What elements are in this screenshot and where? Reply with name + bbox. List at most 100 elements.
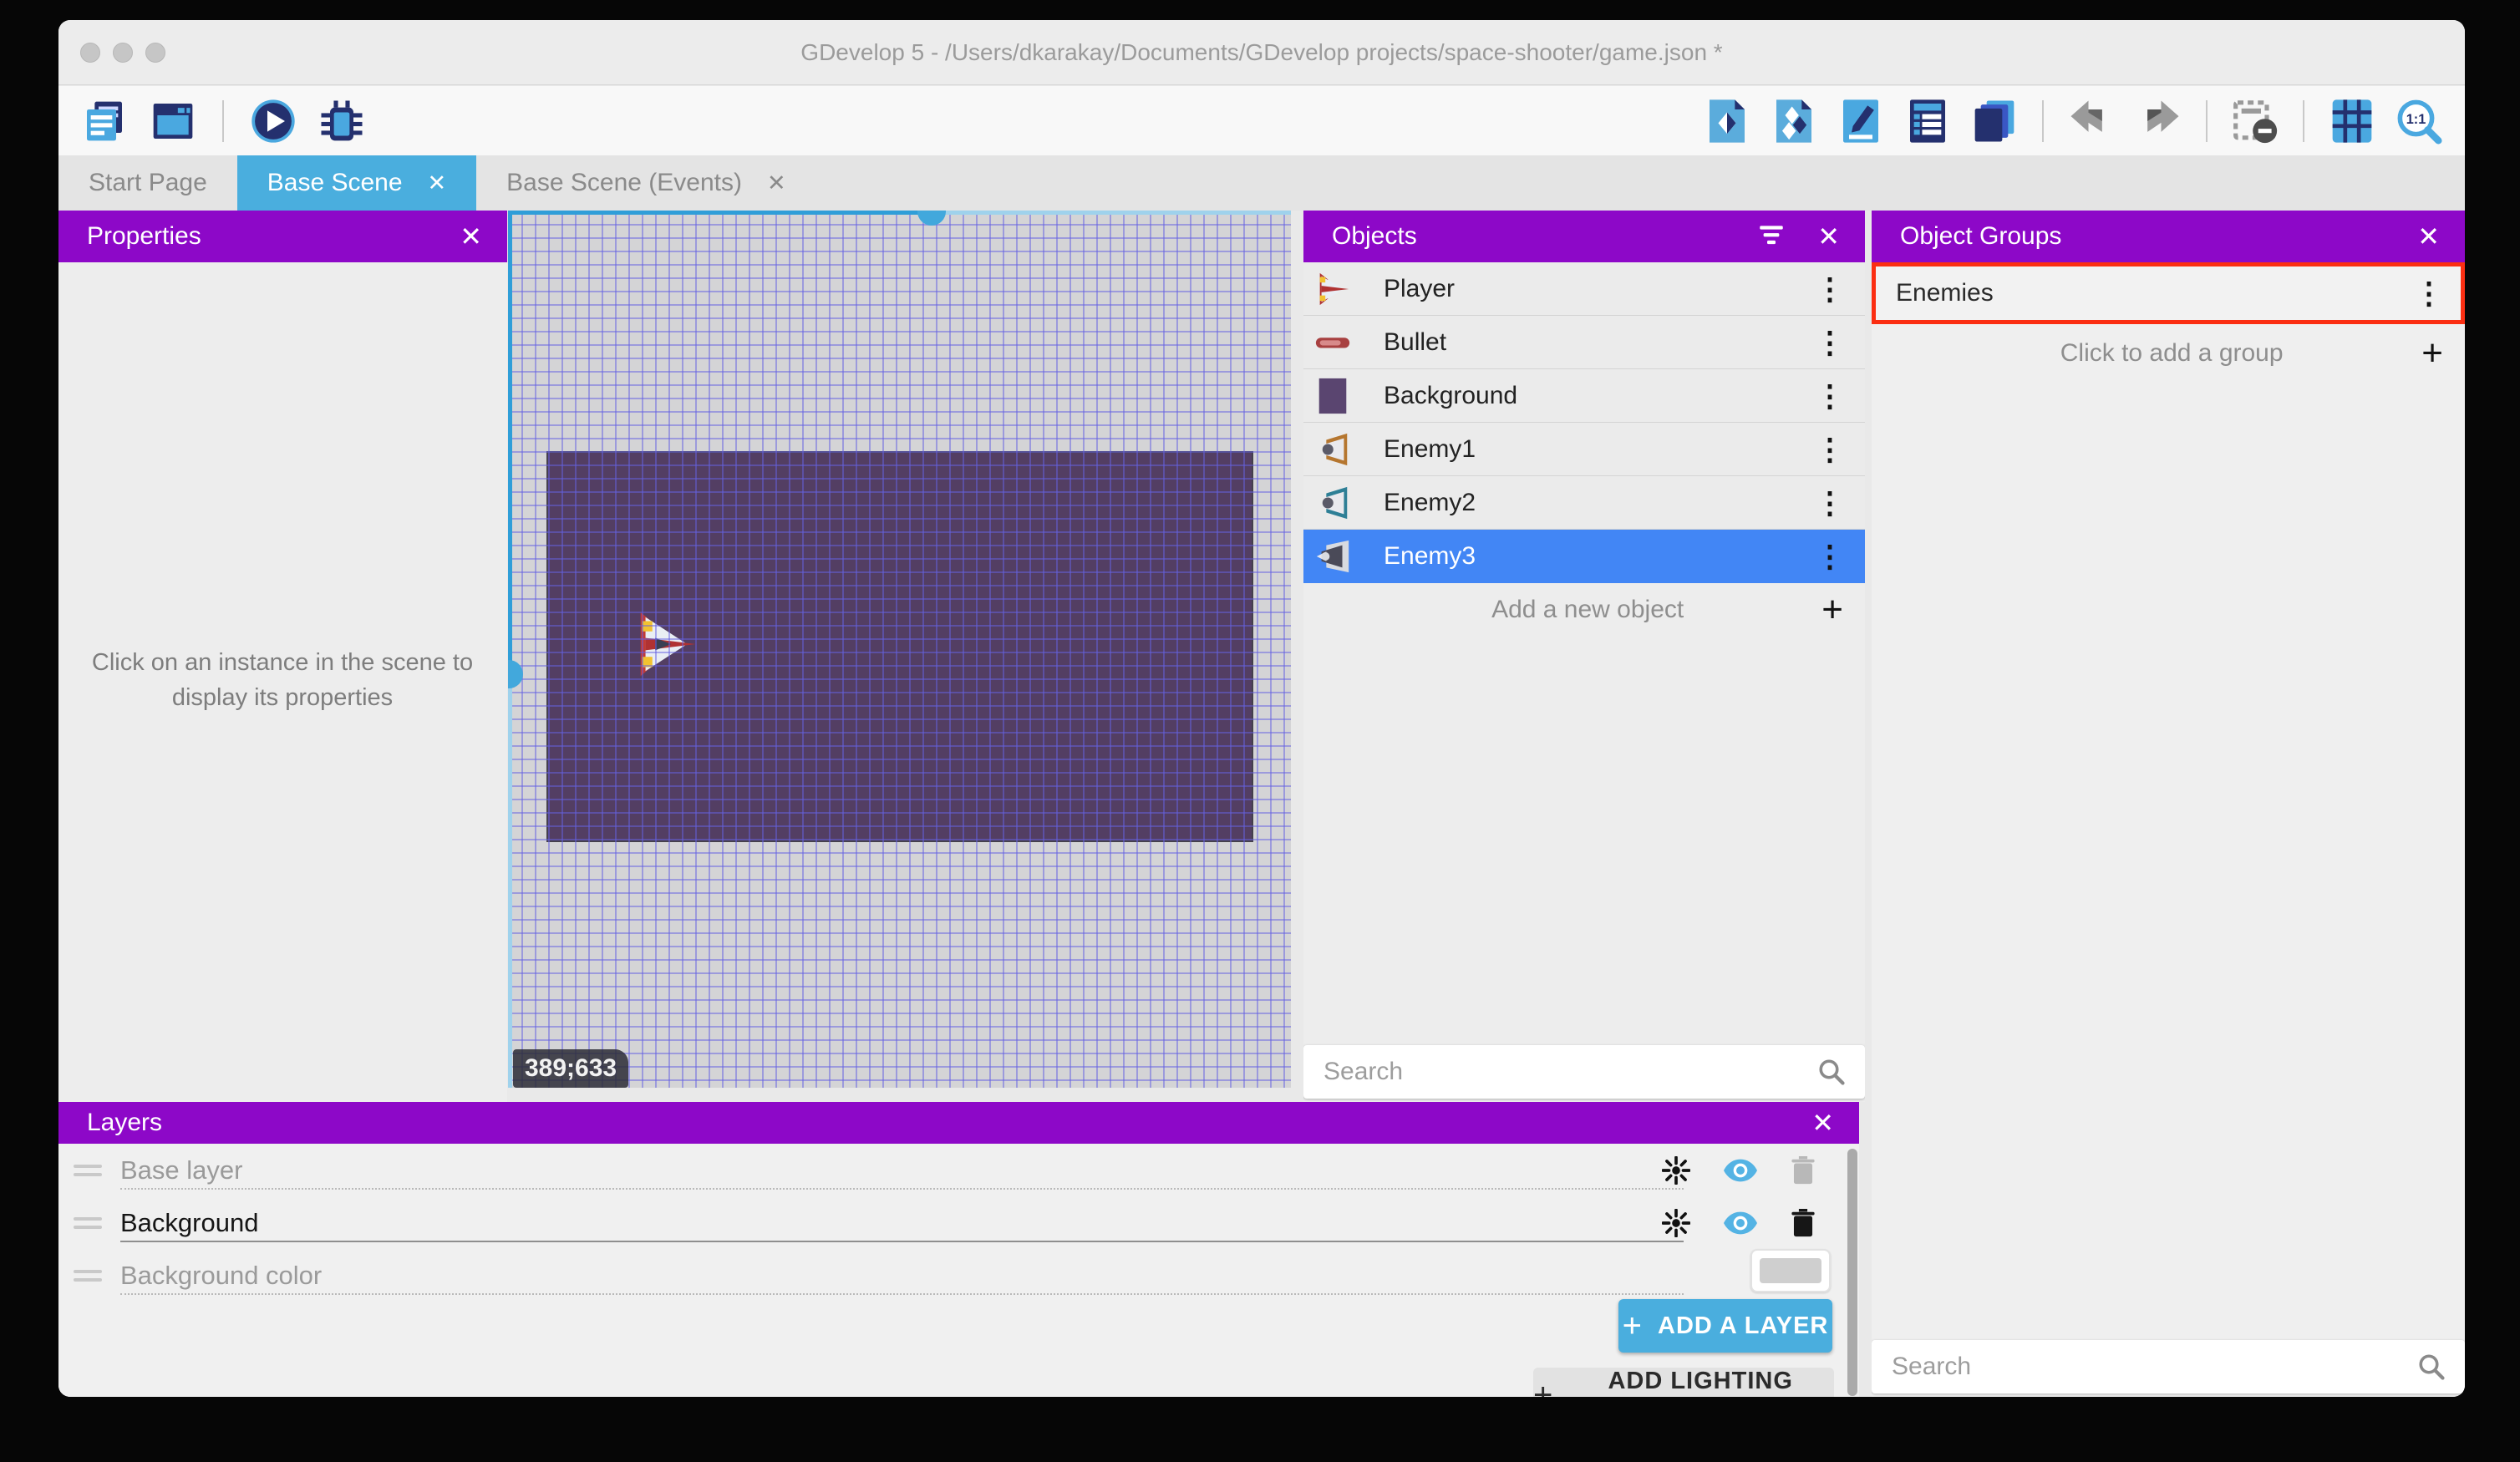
objects-search-input[interactable] (1303, 1058, 1816, 1086)
enemy3-thumbnail-icon (1303, 537, 1362, 576)
drag-handle-icon[interactable] (74, 1217, 102, 1229)
object-label: Enemy2 (1384, 489, 1815, 517)
object-menu-icon[interactable]: ⋮ (1815, 488, 1845, 518)
background-color-swatch[interactable] (1750, 1249, 1831, 1292)
object-menu-icon[interactable]: ⋮ (1815, 381, 1845, 411)
panel-title: Properties (87, 222, 201, 251)
object-groups-panel-icon[interactable] (1770, 97, 1818, 145)
properties-panel-icon[interactable] (1837, 97, 1885, 145)
layers-scrollbar[interactable] (1847, 1149, 1857, 1396)
add-layer-button[interactable]: + ADD A LAYER (1618, 1299, 1832, 1353)
close-panel-icon[interactable]: ✕ (2417, 221, 2440, 252)
object-label: Enemy1 (1384, 435, 1815, 464)
object-row-background[interactable]: Background ⋮ (1303, 369, 1865, 423)
close-panel-icon[interactable]: ✕ (460, 221, 482, 252)
toolbar-divider (2206, 100, 2208, 142)
object-menu-icon[interactable]: ⋮ (1815, 434, 1845, 464)
object-label: Player (1384, 275, 1815, 303)
object-label: Background (1384, 382, 1815, 410)
object-menu-icon[interactable]: ⋮ (1815, 274, 1845, 304)
add-lighting-layer-button[interactable]: + ADD LIGHTING LAYER (1533, 1368, 1834, 1397)
layers-panel-icon[interactable] (1970, 97, 2019, 145)
enemy2-thumbnail-icon (1303, 484, 1362, 522)
close-tab-icon[interactable]: ✕ (767, 170, 786, 196)
add-group-button[interactable]: Click to add a group + (1872, 327, 2465, 379)
cursor-coordinates-badge: 389;633 (513, 1049, 628, 1088)
groups-search-field[interactable] (1872, 1340, 2465, 1393)
delete-layer-trash-icon[interactable] (1791, 1209, 1816, 1237)
group-row-enemies-highlighted[interactable]: Enemies ⋮ (1872, 262, 2465, 324)
object-row-enemy1[interactable]: Enemy1 ⋮ (1303, 423, 1865, 476)
canvas-hscroll-track[interactable] (508, 211, 932, 215)
bullet-thumbnail-icon (1303, 323, 1362, 362)
background-thumbnail-icon (1303, 377, 1362, 415)
objects-search-field[interactable] (1303, 1045, 1865, 1099)
object-menu-icon[interactable]: ⋮ (1815, 327, 1845, 358)
tab-start-page[interactable]: Start Page (58, 155, 237, 211)
close-panel-icon[interactable]: ✕ (1817, 221, 1840, 252)
layer-name[interactable]: Base layer (120, 1155, 242, 1185)
app-window: GDevelop 5 - /Users/dkarakay/Documents/G… (58, 20, 2465, 1397)
object-groups-panel: Object Groups ✕ Enemies ⋮ Click to add a… (1872, 211, 2465, 1397)
objects-panel: Objects ✕ Player ⋮ (1303, 211, 1865, 1102)
panel-title: Layers (87, 1109, 162, 1137)
layer-name: Background color (120, 1261, 322, 1291)
layer-row-base-layer[interactable]: Base layer (58, 1144, 1859, 1196)
search-icon (1816, 1057, 1847, 1087)
add-layer-label: ADD A LAYER (1658, 1312, 1828, 1340)
object-row-enemy3[interactable]: Enemy3 ⋮ (1303, 530, 1865, 583)
close-panel-icon[interactable]: ✕ (1811, 1107, 1834, 1139)
play-icon[interactable] (249, 97, 297, 145)
object-row-player[interactable]: Player ⋮ (1303, 262, 1865, 316)
search-icon (2416, 1352, 2446, 1382)
plus-icon: + (1623, 1307, 1643, 1345)
undo-icon[interactable] (2067, 97, 2116, 145)
object-menu-icon[interactable]: ⋮ (1815, 541, 1845, 571)
scene-canvas[interactable]: 389;633 (508, 211, 1291, 1088)
titlebar: GDevelop 5 - /Users/dkarakay/Documents/G… (58, 20, 2465, 85)
close-tab-icon[interactable]: ✕ (428, 170, 447, 196)
object-label: Bullet (1384, 328, 1815, 357)
window-title: GDevelop 5 - /Users/dkarakay/Documents/G… (58, 20, 2465, 85)
editor-tabs: Start Page Base Scene ✕ Base Scene (Even… (58, 155, 2465, 211)
layer-effects-icon[interactable] (1662, 1156, 1690, 1185)
add-object-label: Add a new object (1303, 596, 1821, 624)
groups-search-input[interactable] (1872, 1353, 2416, 1381)
drag-handle-icon[interactable] (74, 1165, 102, 1176)
filter-icon[interactable] (1759, 225, 1784, 249)
tab-label: Base Scene (267, 169, 403, 197)
toolbar-divider (222, 100, 224, 142)
project-manager-icon[interactable] (80, 97, 129, 145)
window-icon[interactable] (149, 97, 197, 145)
mask-icon[interactable] (2231, 97, 2279, 145)
object-row-enemy2[interactable]: Enemy2 ⋮ (1303, 476, 1865, 530)
properties-panel: Properties ✕ Click on an instance in the… (58, 211, 507, 1102)
layer-visibility-eye-icon[interactable] (1724, 1159, 1757, 1182)
group-menu-icon[interactable]: ⋮ (2414, 276, 2444, 311)
tab-base-scene-events[interactable]: Base Scene (Events) ✕ (476, 155, 815, 211)
redo-icon[interactable] (2134, 97, 2182, 145)
tab-label: Start Page (89, 169, 207, 197)
canvas-vscroll-track[interactable] (508, 674, 512, 1088)
objects-panel-icon[interactable] (1703, 97, 1751, 145)
canvas-vscroll-track[interactable] (508, 211, 512, 674)
layer-row-background-color[interactable]: Background color (58, 1249, 1859, 1302)
scene-grid (508, 211, 1291, 1088)
grid-icon[interactable] (2328, 97, 2376, 145)
canvas-hscroll-track[interactable] (932, 211, 1291, 215)
add-object-button[interactable]: Add a new object + (1303, 583, 1865, 637)
layer-visibility-eye-icon[interactable] (1724, 1211, 1757, 1235)
debug-icon[interactable] (318, 97, 366, 145)
drag-handle-icon (74, 1270, 102, 1282)
panel-title: Objects (1332, 222, 1417, 251)
plus-icon: + (2421, 335, 2443, 372)
plus-icon: + (1821, 591, 1843, 628)
object-row-bullet[interactable]: Bullet ⋮ (1303, 316, 1865, 369)
tab-base-scene[interactable]: Base Scene ✕ (237, 155, 476, 211)
layer-effects-icon[interactable] (1662, 1209, 1690, 1237)
zoom-1-1-icon[interactable]: 1:1 (2395, 97, 2443, 145)
toolbar-divider (2042, 100, 2044, 142)
instances-list-icon[interactable] (1903, 97, 1952, 145)
layer-row-background[interactable]: Background (58, 1196, 1859, 1249)
layer-name[interactable]: Background (120, 1208, 258, 1238)
